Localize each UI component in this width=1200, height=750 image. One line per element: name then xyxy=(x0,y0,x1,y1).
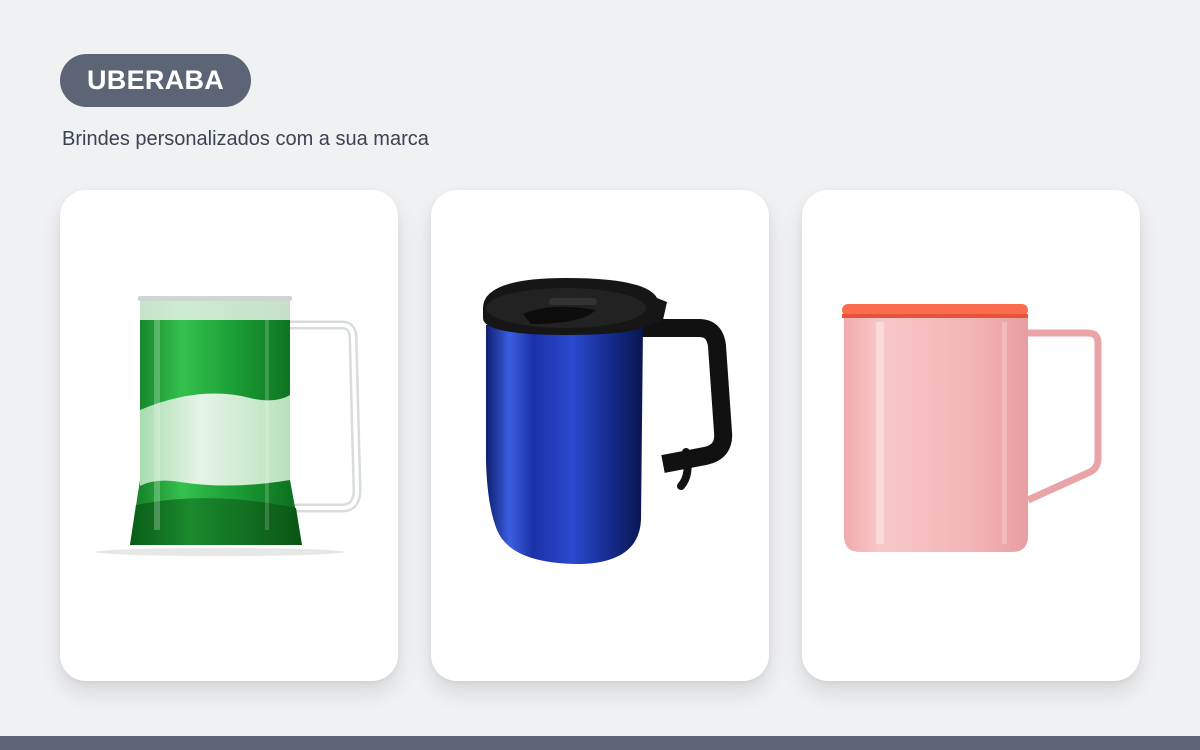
green-gel-beer-mug-icon xyxy=(95,296,362,556)
pink-enamel-mug-with-orange-lid-icon xyxy=(842,304,1102,552)
blue-thermal-mug-with-lid-icon xyxy=(483,278,733,564)
footer-bar xyxy=(0,736,1200,750)
product-card[interactable] xyxy=(802,190,1140,681)
product-card[interactable] xyxy=(431,190,769,681)
city-badge: UBERABA xyxy=(60,54,252,107)
product-card[interactable] xyxy=(60,190,398,681)
page-subtitle: Brindes personalizados com a sua marca xyxy=(62,128,429,150)
